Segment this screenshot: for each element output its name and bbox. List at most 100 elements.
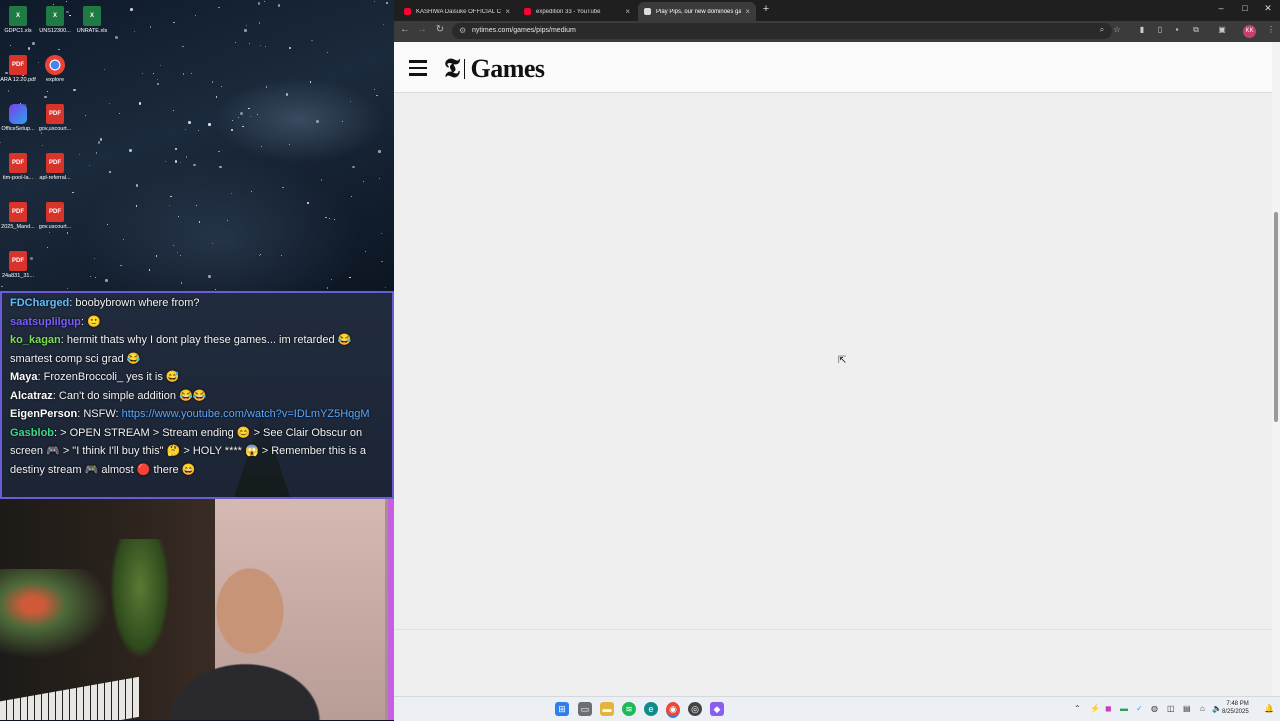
star — [173, 110, 174, 111]
star — [310, 81, 311, 82]
desktop-icon-label: gov.uscourt... — [35, 126, 75, 133]
star — [130, 8, 133, 11]
scrollbar-thumb[interactable] — [1274, 212, 1278, 422]
tray-app-icon-5[interactable]: ◍ — [1151, 704, 1158, 713]
star — [0, 142, 1, 143]
desktop-icon-chrome[interactable]: explore — [35, 55, 75, 84]
chat-text: : FrozenBroccoli_ yes it is 😅 — [38, 371, 180, 383]
star — [316, 120, 319, 123]
desktop-icon-pdf[interactable]: PDFgov.uscourt... — [35, 202, 75, 231]
start-button-icon[interactable]: ⊞ — [555, 702, 569, 716]
back-icon[interactable]: ← — [398, 24, 412, 35]
star — [258, 2, 261, 5]
star — [227, 220, 228, 221]
maximize-button[interactable]: □ — [1236, 3, 1254, 13]
site-info-icon[interactable]: ⚙ — [459, 23, 466, 39]
star — [47, 91, 48, 92]
reload-icon[interactable]: ↻ — [433, 24, 447, 35]
star — [250, 116, 251, 117]
sidepanel-icon[interactable]: ▣ — [1216, 25, 1228, 37]
star — [180, 162, 181, 163]
chat-link[interactable]: https://www.youtube.com/watch?v=IDLmYZ5H… — [122, 408, 370, 420]
tab-close-icon[interactable]: × — [625, 7, 630, 16]
extension-icon-2[interactable]: ▯ — [1154, 25, 1166, 37]
network-icon[interactable]: ⌂ — [1200, 704, 1205, 713]
desktop-icon-pdf[interactable]: PDFARA 12.20.pdf — [0, 55, 38, 84]
bookmark-star-icon[interactable]: ☆ — [1111, 25, 1123, 37]
nyt-games-logo[interactable]: 𝕿 Games — [444, 54, 545, 84]
app-icon[interactable]: ◆ — [710, 702, 724, 716]
page-scrollbar[interactable] — [1272, 42, 1280, 696]
hamburger-menu-icon[interactable] — [409, 60, 427, 75]
url-input[interactable]: ⚙ nytimes.com/games/pips/medium — [452, 23, 1112, 39]
tray-overflow-icon[interactable]: ⌃ — [1074, 704, 1081, 713]
profile-avatar[interactable]: KK — [1243, 25, 1256, 38]
tray-app-icon-7[interactable]: ▤ — [1183, 704, 1191, 713]
chat-username[interactable]: Alcatraz — [10, 390, 53, 402]
chat-username[interactable]: FDCharged — [10, 297, 69, 309]
extension-icon[interactable]: ▮ — [1136, 25, 1148, 37]
desktop-icon-xls[interactable]: XUNS12300... — [35, 6, 75, 35]
star — [260, 254, 261, 255]
tab-title: KASHIWA Daisuke OFFICIAL CH — [416, 9, 501, 15]
star — [231, 129, 234, 132]
task-view-icon[interactable]: ▭ — [578, 702, 592, 716]
star — [85, 115, 86, 116]
desktop-icon-pdf[interactable]: PDFtim-pool-la... — [0, 153, 38, 182]
chat-username[interactable]: ko_kagan — [10, 334, 61, 346]
file-explorer-icon[interactable]: ▬ — [600, 702, 614, 716]
tray-app-icon[interactable]: ⚡ — [1090, 704, 1100, 713]
extension-icon-3[interactable]: ▪ — [1171, 25, 1183, 37]
pdf-file-icon: PDF — [46, 104, 64, 124]
spotify-icon[interactable]: ≋ — [622, 702, 636, 716]
star — [156, 255, 157, 256]
volume-icon[interactable]: 🔈 — [1212, 704, 1222, 713]
tray-app-icon-3[interactable]: ▬ — [1120, 704, 1128, 713]
browser-tab[interactable]: Play Pips, our new dominoes ga× — [638, 2, 756, 21]
chat-username[interactable]: EigenPerson — [10, 408, 77, 420]
tray-app-icon-2[interactable]: ◼ — [1105, 704, 1112, 713]
minimize-button[interactable]: – — [1212, 3, 1230, 13]
logo-divider — [464, 59, 466, 79]
obs-icon[interactable]: ◎ — [688, 702, 702, 716]
notification-bell-icon[interactable]: 🔔 — [1264, 704, 1274, 713]
star — [365, 251, 366, 252]
tray-app-icon-4[interactable]: ✓ — [1136, 704, 1143, 713]
menu-kebab-icon[interactable]: ⋮ — [1265, 25, 1277, 37]
desktop-icon-xls[interactable]: XUNRATE.xls — [72, 6, 112, 35]
tab-close-icon[interactable]: × — [745, 7, 750, 16]
tab-close-icon[interactable]: × — [505, 7, 510, 16]
chat-username[interactable]: Maya — [10, 371, 38, 383]
chat-message: saatsuplilgup: 🙂 — [2, 313, 392, 332]
chrome-icon[interactable]: ◉ — [666, 702, 680, 718]
star — [374, 1, 375, 2]
browser-tab[interactable]: KASHIWA Daisuke OFFICIAL CH × — [398, 2, 516, 21]
star — [98, 141, 101, 144]
star — [212, 81, 213, 82]
extensions-puzzle-icon[interactable]: ⧉ — [1190, 25, 1202, 37]
forward-icon[interactable]: → — [415, 24, 429, 35]
star — [107, 224, 108, 225]
browser-tab[interactable]: expedition 33 - YouTube× — [518, 2, 636, 21]
new-tab-button[interactable]: + — [757, 3, 775, 15]
chat-username[interactable]: Gasblob — [10, 427, 54, 439]
star — [42, 145, 43, 146]
star — [327, 52, 328, 53]
chat-username[interactable]: saatsuplilgup — [10, 316, 81, 328]
close-window-button[interactable]: ✕ — [1259, 3, 1277, 14]
system-clock[interactable]: 7:48 PM 8/25/2025 — [1222, 700, 1249, 716]
chat-message: Gasblob: > OPEN STREAM > Stream ending 😊… — [2, 424, 392, 480]
desktop-icon-office[interactable]: OfficeSetup... — [0, 104, 38, 133]
star — [349, 277, 350, 278]
zoom-icon[interactable]: ⌕ — [1096, 25, 1108, 37]
desktop-icon-pdf[interactable]: PDF24a831_31... — [0, 251, 38, 280]
star — [257, 114, 258, 115]
desktop-icon-pdf[interactable]: PDF gov.uscourt... — [35, 104, 75, 133]
star — [67, 232, 68, 233]
edge-icon[interactable]: e — [644, 702, 658, 716]
star — [105, 279, 108, 282]
desktop-icon-xls[interactable]: XGDPC1.xls — [0, 6, 38, 35]
tray-app-icon-6[interactable]: ◫ — [1167, 704, 1175, 713]
desktop-icon-pdf[interactable]: PDF2025_Mand... — [0, 202, 38, 231]
desktop-icon-pdf[interactable]: PDFapl-referral... — [35, 153, 75, 182]
